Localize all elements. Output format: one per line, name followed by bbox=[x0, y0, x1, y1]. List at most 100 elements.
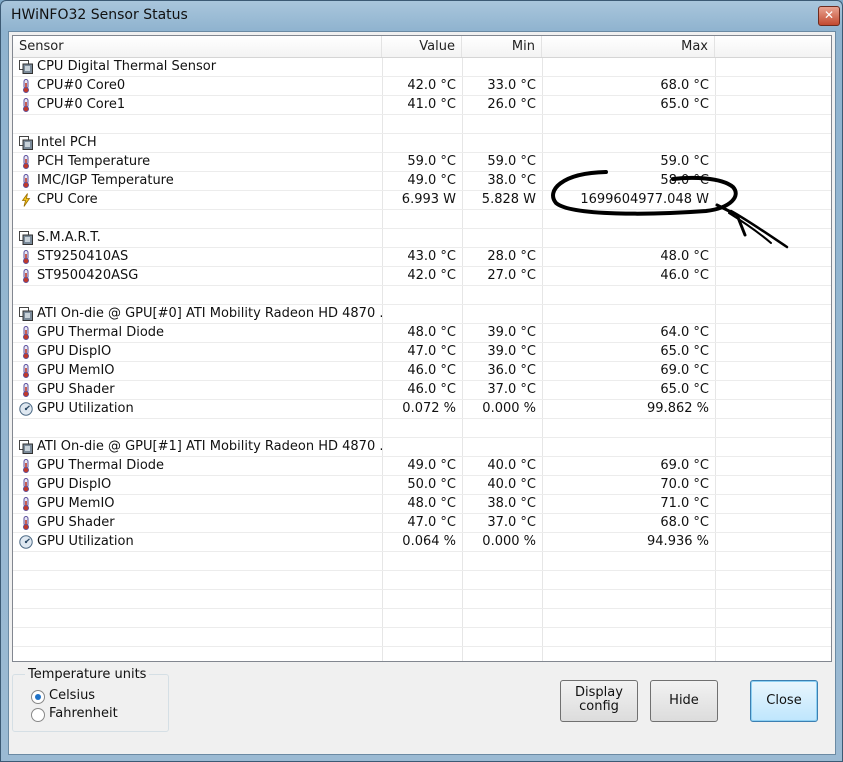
table-row[interactable]: CPU#0 Core0 42.0 °C 33.0 °C 68.0 °C bbox=[13, 77, 831, 96]
table-row[interactable]: GPU MemIO 46.0 °C 36.0 °C 69.0 °C bbox=[13, 362, 831, 381]
sensor-min: 39.0 °C bbox=[487, 344, 536, 359]
fahrenheit-label[interactable]: Fahrenheit bbox=[49, 706, 118, 721]
column-header-sensor[interactable]: Sensor bbox=[13, 36, 382, 57]
sensor-max bbox=[542, 115, 715, 133]
fahrenheit-radio[interactable] bbox=[31, 708, 45, 722]
sensor-value: 47.0 °C bbox=[407, 515, 456, 530]
sensor-value bbox=[382, 305, 462, 323]
sensor-max: 70.0 °C bbox=[660, 477, 709, 492]
sensor-name: GPU DispIO bbox=[37, 344, 112, 359]
sensor-min: 39.0 °C bbox=[487, 325, 536, 340]
sensor-value: 0.064 % bbox=[402, 534, 456, 549]
sensor-value: 46.0 °C bbox=[407, 363, 456, 378]
sensor-value: 41.0 °C bbox=[407, 97, 456, 112]
sensor-group-row[interactable]: Intel PCH bbox=[13, 134, 831, 153]
sensor-max bbox=[542, 58, 715, 76]
spacer-row bbox=[13, 419, 831, 438]
sensor-group-row[interactable]: ATI On-die @ GPU[#0] ATI Mobility Radeon… bbox=[13, 305, 831, 324]
display-config-label: Display config bbox=[575, 685, 623, 714]
sensor-name bbox=[13, 115, 382, 133]
window-title: HWiNFO32 Sensor Status bbox=[11, 7, 188, 23]
sensor-max: 64.0 °C bbox=[660, 325, 709, 340]
table-row[interactable]: GPU MemIO 48.0 °C 38.0 °C 71.0 °C bbox=[13, 495, 831, 514]
sensor-group-row[interactable]: CPU Digital Thermal Sensor bbox=[13, 58, 831, 77]
hide-button[interactable]: Hide bbox=[650, 680, 718, 722]
close-label: Close bbox=[766, 693, 802, 708]
table-row[interactable]: GPU Thermal Diode 49.0 °C 40.0 °C 69.0 °C bbox=[13, 457, 831, 476]
table-row[interactable]: GPU Thermal Diode 48.0 °C 39.0 °C 64.0 °C bbox=[13, 324, 831, 343]
sensor-value bbox=[382, 419, 462, 437]
sensor-min: 37.0 °C bbox=[487, 382, 536, 397]
sensor-group-row[interactable]: S.M.A.R.T. bbox=[13, 229, 831, 248]
celsius-label[interactable]: Celsius bbox=[49, 688, 95, 703]
table-row[interactable]: GPU DispIO 50.0 °C 40.0 °C 70.0 °C bbox=[13, 476, 831, 495]
sensor-name bbox=[13, 286, 382, 304]
sensor-group-row[interactable]: ATI On-die @ GPU[#1] ATI Mobility Radeon… bbox=[13, 438, 831, 457]
column-header-max[interactable]: Max bbox=[542, 36, 715, 57]
table-row[interactable]: PCH Temperature 59.0 °C 59.0 °C 59.0 °C bbox=[13, 153, 831, 172]
table-row[interactable]: GPU DispIO 47.0 °C 39.0 °C 65.0 °C bbox=[13, 343, 831, 362]
title-bar[interactable]: HWiNFO32 Sensor Status ✕ bbox=[1, 1, 842, 31]
window-close-button[interactable]: ✕ bbox=[818, 6, 840, 26]
sensor-name bbox=[13, 210, 382, 228]
sensor-value: 59.0 °C bbox=[407, 154, 456, 169]
sensor-min: 40.0 °C bbox=[487, 477, 536, 492]
sensor-value: 49.0 °C bbox=[407, 458, 456, 473]
sensor-name: GPU MemIO bbox=[37, 363, 115, 378]
spacer-row bbox=[13, 286, 831, 305]
sensor-min: 28.0 °C bbox=[487, 249, 536, 264]
empty-row bbox=[13, 609, 831, 628]
table-row[interactable]: ST9500420ASG 42.0 °C 27.0 °C 46.0 °C bbox=[13, 267, 831, 286]
sensor-name: Intel PCH bbox=[37, 135, 97, 150]
sensor-max bbox=[542, 210, 715, 228]
table-row[interactable]: GPU Shader 47.0 °C 37.0 °C 68.0 °C bbox=[13, 514, 831, 533]
sensor-max bbox=[542, 229, 715, 247]
table-body: CPU Digital Thermal Sensor CPU#0 Core0 42.… bbox=[13, 58, 831, 661]
sensor-min: 0.000 % bbox=[482, 401, 536, 416]
display-config-button[interactable]: Display config bbox=[560, 680, 638, 722]
sensor-max: 69.0 °C bbox=[660, 363, 709, 378]
empty-row bbox=[13, 647, 831, 661]
sensor-min: 33.0 °C bbox=[487, 78, 536, 93]
sensor-min bbox=[462, 419, 542, 437]
table-row[interactable]: GPU Shader 46.0 °C 37.0 °C 65.0 °C bbox=[13, 381, 831, 400]
table-header: Sensor Value Min Max bbox=[13, 36, 831, 58]
sensor-name: GPU Utilization bbox=[37, 401, 134, 416]
spacer-row bbox=[13, 210, 831, 229]
sensor-min bbox=[462, 210, 542, 228]
sensor-value: 43.0 °C bbox=[407, 249, 456, 264]
sensor-min: 0.000 % bbox=[482, 534, 536, 549]
sensor-min: 27.0 °C bbox=[487, 268, 536, 283]
sensor-value: 42.0 °C bbox=[407, 268, 456, 283]
sensor-min: 38.0 °C bbox=[487, 173, 536, 188]
empty-row bbox=[13, 590, 831, 609]
sensor-max: 65.0 °C bbox=[660, 97, 709, 112]
table-row[interactable]: ST9250410AS 43.0 °C 28.0 °C 48.0 °C bbox=[13, 248, 831, 267]
sensor-min: 26.0 °C bbox=[487, 97, 536, 112]
table-row[interactable]: GPU Utilization 0.064 % 0.000 % 94.936 % bbox=[13, 533, 831, 552]
sensor-min: 36.0 °C bbox=[487, 363, 536, 378]
sensor-value: 6.993 W bbox=[401, 192, 456, 207]
close-button[interactable]: Close bbox=[750, 680, 818, 722]
sensor-min: 40.0 °C bbox=[487, 458, 536, 473]
sensor-min bbox=[462, 438, 542, 456]
sensor-max bbox=[542, 134, 715, 152]
sensor-value: 47.0 °C bbox=[407, 344, 456, 359]
client-area: Sensor Value Min Max CPU Digital Thermal… bbox=[8, 31, 836, 755]
celsius-radio[interactable] bbox=[31, 690, 45, 704]
empty-row bbox=[13, 552, 831, 571]
sensor-max: 46.0 °C bbox=[660, 268, 709, 283]
table-row[interactable]: CPU Core 6.993 W 5.828 W 1699604977.048 W bbox=[13, 191, 831, 210]
sensor-value bbox=[382, 438, 462, 456]
table-row[interactable]: GPU Utilization 0.072 % 0.000 % 99.862 % bbox=[13, 400, 831, 419]
column-header-value[interactable]: Value bbox=[382, 36, 462, 57]
sensor-min: 37.0 °C bbox=[487, 515, 536, 530]
sensor-name: GPU MemIO bbox=[37, 496, 115, 511]
sensor-max: 99.862 % bbox=[647, 401, 709, 416]
table-row[interactable]: IMC/IGP Temperature 49.0 °C 38.0 °C 58.0 °C bbox=[13, 172, 831, 191]
sensor-max: 65.0 °C bbox=[660, 344, 709, 359]
table-row[interactable]: CPU#0 Core1 41.0 °C 26.0 °C 65.0 °C bbox=[13, 96, 831, 115]
column-header-min[interactable]: Min bbox=[462, 36, 542, 57]
sensor-max bbox=[542, 419, 715, 437]
sensor-max: 58.0 °C bbox=[660, 173, 709, 188]
